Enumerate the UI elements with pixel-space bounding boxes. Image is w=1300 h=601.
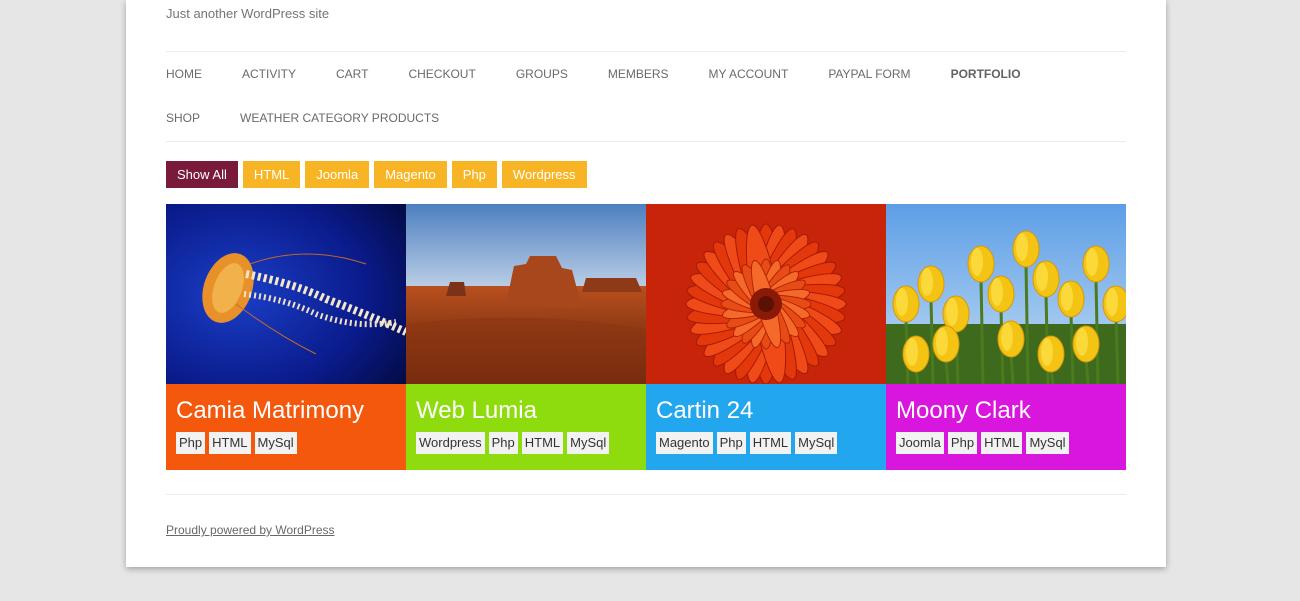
portfolio-card-title[interactable]: Moony Clark (896, 396, 1116, 426)
tag-mysql[interactable]: MySql (567, 432, 610, 454)
nav-item-activity[interactable]: ACTIVITY (242, 52, 296, 96)
portfolio-card-tags: Joomla Php HTML MySql (896, 432, 1116, 454)
tag-html[interactable]: HTML (749, 432, 792, 454)
tag-mysql[interactable]: MySql (795, 432, 838, 454)
portfolio-card-info: Moony Clark Joomla Php HTML MySql (886, 384, 1126, 470)
filter-wordpress-button[interactable]: Wordpress (501, 161, 587, 188)
filter-magento-button[interactable]: Magento (374, 161, 447, 188)
portfolio-card-title[interactable]: Cartin 24 (656, 396, 876, 426)
portfolio-card-info: Web Lumia Wordpress Php HTML MySql (406, 384, 646, 470)
tag-html[interactable]: HTML (981, 432, 1023, 454)
tag-wordpress[interactable]: Wordpress (416, 432, 485, 454)
tag-mysql[interactable]: MySql (254, 432, 297, 454)
tag-php[interactable]: Php (947, 432, 978, 454)
nav-item-members[interactable]: MEMBERS (608, 52, 669, 96)
footer-credit-link[interactable]: Proudly powered by WordPress (166, 523, 335, 537)
portfolio-grid: Camia Matrimony Php HTML MySql Web Lumia Wor… (166, 204, 1126, 470)
filter-php-button[interactable]: Php (451, 161, 497, 188)
tulips-image[interactable] (886, 204, 1126, 384)
nav-item-home[interactable]: HOME (166, 52, 202, 96)
tag-php[interactable]: Php (176, 432, 206, 454)
jellyfish-image[interactable] (166, 204, 406, 384)
filter-joomla-button[interactable]: Joomla (305, 161, 370, 188)
portfolio-card[interactable]: Web Lumia Wordpress Php HTML MySql (406, 204, 646, 470)
portfolio-card-title[interactable]: Camia Matrimony (176, 396, 396, 426)
nav-item-groups[interactable]: GROUPS (516, 52, 568, 96)
portfolio-card-tags: Wordpress Php HTML MySql (416, 432, 636, 454)
divider (166, 141, 1126, 142)
portfolio-card-title[interactable]: Web Lumia (416, 396, 636, 426)
portfolio-card-tags: Magento Php HTML MySql (656, 432, 876, 454)
tag-php[interactable]: Php (716, 432, 746, 454)
tag-magento[interactable]: Magento (656, 432, 713, 454)
tag-html[interactable]: HTML (209, 432, 251, 454)
nav-item-portfolio[interactable]: PORTFOLIO (951, 52, 1021, 96)
filter-show-all-button[interactable]: Show All (166, 161, 238, 188)
desert-image[interactable] (406, 204, 646, 384)
tag-html[interactable]: HTML (521, 432, 564, 454)
nav-item-shop[interactable]: SHOP (166, 96, 200, 140)
nav-item-my-account[interactable]: MY ACCOUNT (709, 52, 789, 96)
portfolio-filters: Show All HTML Joomla Magento Php Wordpress (166, 161, 592, 188)
nav-item-cart[interactable]: CART (336, 52, 368, 96)
portfolio-card-tags: Php HTML MySql (176, 432, 396, 454)
portfolio-card[interactable]: Moony Clark Joomla Php HTML MySql (886, 204, 1126, 470)
nav-item-weather-category-products[interactable]: WEATHER CATEGORY PRODUCTS (240, 96, 439, 140)
footer-divider (166, 494, 1126, 495)
tag-joomla[interactable]: Joomla (896, 432, 944, 454)
filter-html-button[interactable]: HTML (242, 161, 301, 188)
portfolio-card-info: Cartin 24 Magento Php HTML MySql (646, 384, 886, 470)
site-tagline: Just another WordPress site (166, 6, 330, 21)
tag-php[interactable]: Php (488, 432, 518, 454)
main-navigation: HOME ACTIVITY CART CHECKOUT GROUPS MEMBERS MY … (166, 52, 1126, 140)
tag-mysql[interactable]: MySql (1026, 432, 1069, 454)
page-container: Just another WordPress site HOME ACTIVITY… (126, 0, 1166, 567)
portfolio-card-info: Camia Matrimony Php HTML MySql (166, 384, 406, 470)
portfolio-card[interactable]: Camia Matrimony Php HTML MySql (166, 204, 406, 470)
nav-item-checkout[interactable]: CHECKOUT (408, 52, 475, 96)
chrysanthemum-image[interactable] (646, 204, 886, 384)
nav-item-paypal-form[interactable]: PAYPAL FORM (828, 52, 910, 96)
portfolio-card[interactable]: Cartin 24 Magento Php HTML MySql (646, 204, 886, 470)
